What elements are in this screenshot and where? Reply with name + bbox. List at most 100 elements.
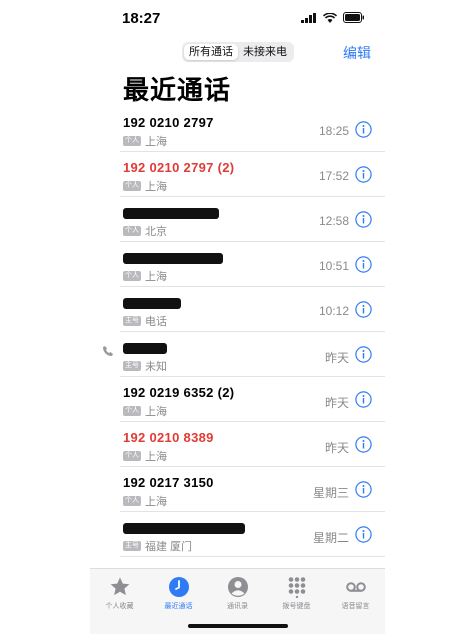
- redacted-name: [123, 253, 223, 265]
- call-row[interactable]: 主号 福建 厦门 星期二: [90, 512, 385, 557]
- call-filter-segmented-control: 所有通话 未接来电: [182, 42, 294, 62]
- call-subtitle: 主号 电话: [123, 313, 167, 329]
- sim-badge: 个人: [123, 496, 141, 506]
- segment-all-calls[interactable]: 所有通话: [184, 44, 238, 60]
- call-row[interactable]: 个人 上海 10:51: [90, 242, 385, 287]
- call-time: 10:12: [318, 304, 349, 318]
- call-subtitle: 主号 未知: [123, 358, 167, 374]
- call-location: 上海: [145, 406, 167, 418]
- call-time: 10:51: [318, 259, 349, 273]
- call-time: 18:25: [318, 124, 349, 138]
- info-icon[interactable]: [355, 301, 372, 318]
- call-number: [123, 295, 181, 310]
- info-icon[interactable]: [355, 481, 372, 498]
- call-time: 星期二: [312, 531, 349, 545]
- call-number: 192 0217 3150: [123, 475, 214, 490]
- sim-badge: 主号: [123, 316, 141, 326]
- redacted-name: [123, 298, 181, 310]
- call-time: 昨天: [324, 441, 349, 455]
- page-title: 最近通话: [123, 75, 232, 105]
- status-bar: 18:27: [90, 0, 385, 34]
- call-row[interactable]: 192 0210 8389 个人 上海 昨天: [90, 422, 385, 467]
- redacted-name: [123, 523, 245, 535]
- redacted-name: [123, 343, 167, 355]
- call-subtitle: 个人 上海: [123, 178, 167, 194]
- call-number: [123, 340, 167, 355]
- star-icon: [110, 577, 129, 596]
- call-row[interactable]: 主号 未知 昨天: [90, 332, 385, 377]
- tab-favorites[interactable]: 个人收藏: [90, 569, 149, 634]
- call-location: 上海: [145, 496, 167, 508]
- keypad-icon: [288, 577, 305, 598]
- sim-badge: 主号: [123, 541, 141, 551]
- call-location: 福建 厦门: [145, 541, 193, 553]
- call-location: 电话: [145, 316, 167, 328]
- battery-icon: [343, 12, 364, 23]
- call-subtitle: 个人 北京: [123, 223, 167, 239]
- tab-label: 最近通话: [164, 603, 193, 610]
- status-icons: [301, 12, 365, 23]
- call-location: 上海: [145, 271, 167, 283]
- call-time: 昨天: [324, 351, 349, 365]
- call-subtitle: 个人 上海: [123, 268, 167, 284]
- call-time: 星期三: [312, 486, 349, 500]
- call-row[interactable]: 主号 电话 10:12: [90, 287, 385, 332]
- call-time: 17:52: [318, 169, 349, 183]
- call-time: 12:58: [318, 214, 349, 228]
- info-icon[interactable]: [355, 211, 372, 228]
- status-time: 18:27: [122, 10, 161, 27]
- call-number: 192 0210 2797: [123, 115, 214, 130]
- call-location: 未知: [145, 361, 167, 373]
- sim-badge: 个人: [123, 406, 141, 416]
- outgoing-phone-icon: [103, 346, 113, 356]
- call-subtitle: 主号 福建 厦门: [123, 538, 192, 554]
- edit-button[interactable]: 编辑: [343, 43, 371, 63]
- call-row[interactable]: 192 0219 6352 (2) 个人 上海 昨天: [90, 377, 385, 422]
- call-number: [123, 205, 219, 220]
- tab-label: 语音留言: [341, 603, 370, 610]
- call-number: [123, 520, 245, 535]
- call-row[interactable]: 192 0217 3150 个人 上海 星期三: [90, 467, 385, 512]
- call-subtitle: 个人 上海: [123, 448, 167, 464]
- info-icon[interactable]: [355, 121, 372, 138]
- wifi-icon: [323, 12, 337, 23]
- call-subtitle: 个人 上海: [123, 133, 167, 149]
- info-icon[interactable]: [355, 166, 372, 183]
- segment-missed-calls[interactable]: 未接来电: [238, 44, 292, 60]
- call-row[interactable]: 192 0210 2797 个人 上海 18:25: [90, 107, 385, 152]
- tab-label: 个人收藏: [105, 603, 134, 610]
- sim-badge: 个人: [123, 226, 141, 236]
- call-number: 192 0210 2797 (2): [123, 160, 235, 175]
- voicemail-icon: [345, 582, 366, 592]
- call-subtitle: 个人 上海: [123, 403, 167, 419]
- sim-badge: 个人: [123, 271, 141, 281]
- phone-screen: 18:27 所有通话 未接来电 编辑 最近通话 192 0210 2797 个人…: [90, 0, 385, 634]
- info-icon[interactable]: [355, 526, 372, 543]
- info-icon[interactable]: [355, 391, 372, 408]
- call-number: 192 0219 6352 (2): [123, 385, 235, 400]
- signal-icon: [301, 12, 316, 23]
- call-location: 上海: [145, 451, 167, 463]
- recent-calls-list: 192 0210 2797 个人 上海 18:25 192 0210 2797 …: [90, 107, 385, 557]
- call-location: 上海: [145, 136, 167, 148]
- tab-voicemail[interactable]: 语音留言: [326, 569, 385, 634]
- call-number: 192 0210 8389: [123, 430, 214, 445]
- sim-badge: 个人: [123, 451, 141, 461]
- tab-label: 拨号键盘: [282, 603, 311, 610]
- info-icon[interactable]: [355, 256, 372, 273]
- clock-icon: [168, 577, 189, 597]
- call-row[interactable]: 个人 北京 12:58: [90, 197, 385, 242]
- call-time: 昨天: [324, 396, 349, 410]
- call-location: 北京: [145, 226, 167, 238]
- tab-label: 通讯录: [227, 603, 248, 610]
- home-indicator: [188, 624, 288, 628]
- person-icon: [227, 577, 248, 597]
- info-icon[interactable]: [355, 346, 372, 363]
- call-location: 上海: [145, 181, 167, 193]
- call-row[interactable]: 192 0210 2797 (2) 个人 上海 17:52: [90, 152, 385, 197]
- info-icon[interactable]: [355, 436, 372, 453]
- call-subtitle: 个人 上海: [123, 493, 167, 509]
- sim-badge: 个人: [123, 136, 141, 146]
- redacted-name: [123, 208, 219, 220]
- sim-badge: 个人: [123, 181, 141, 191]
